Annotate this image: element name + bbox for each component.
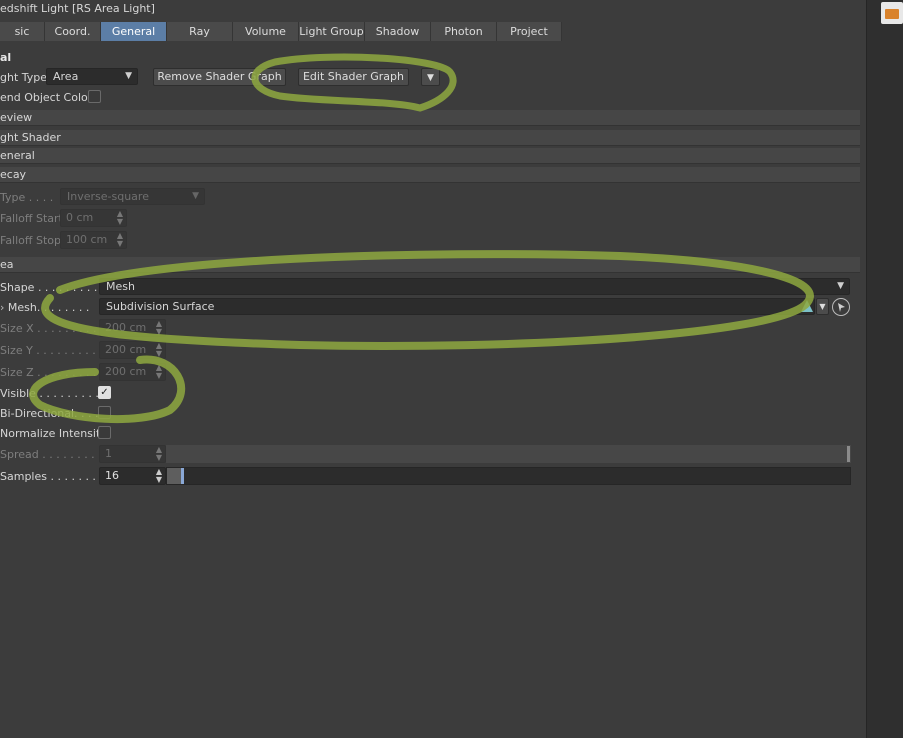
spread-label: Spread . . . . . . . . .	[0, 448, 102, 461]
mesh-value: Subdivision Surface	[106, 300, 215, 313]
tab-project[interactable]: Project	[497, 22, 562, 41]
tab-volume[interactable]: Volume	[233, 22, 299, 41]
samples-value: 16	[105, 469, 119, 482]
edit-shader-graph-button[interactable]: Edit Shader Graph	[298, 68, 409, 86]
section-title: al	[0, 51, 12, 64]
chevron-down-icon: ▼	[427, 73, 434, 83]
size-z-value: 200 cm	[105, 365, 147, 378]
spinner-arrows-icon[interactable]: ▲ ▼	[117, 232, 123, 248]
spinner-arrows-icon[interactable]: ▲ ▼	[156, 364, 162, 380]
size-y-value: 200 cm	[105, 343, 147, 356]
mesh-label: Mesh. . . . . . . .	[7, 301, 90, 314]
window-title: edshift Light [RS Area Light]	[0, 2, 155, 15]
size-x-field[interactable]: 200 cm ▲ ▼	[99, 319, 166, 337]
right-toolbar-strip	[866, 0, 903, 738]
spinner-arrows-icon[interactable]: ▲ ▼	[156, 320, 162, 336]
size-y-field[interactable]: 200 cm ▲ ▼	[99, 341, 166, 359]
size-x-value: 200 cm	[105, 321, 147, 334]
visible-label: Visible . . . . . . . . .	[0, 387, 99, 400]
size-z-field[interactable]: 200 cm ▲ ▼	[99, 363, 166, 381]
decay-type-value: Inverse-square	[67, 190, 149, 203]
falloff-stop-field[interactable]: 100 cm ▲ ▼	[60, 231, 127, 249]
decay-type-label: Type . . . .	[0, 191, 54, 204]
blend-object-color-checkbox[interactable]	[88, 90, 101, 103]
chevron-down-icon: ▼	[192, 191, 199, 201]
group-decay[interactable]: ecay	[0, 167, 860, 183]
group-area[interactable]: ea	[0, 257, 860, 273]
normalize-intensity-label: Normalize Intensity	[0, 427, 107, 440]
light-type-dropdown[interactable]: Area ▼	[46, 68, 138, 85]
light-type-label: ght Type	[0, 71, 48, 84]
tab-photon[interactable]: Photon	[431, 22, 497, 41]
shape-value: Mesh	[106, 280, 135, 293]
pick-arrow-icon[interactable]	[832, 298, 850, 316]
spinner-arrows-icon[interactable]: ▲ ▼	[117, 210, 123, 226]
spinner-arrows-icon[interactable]: ▲ ▼	[156, 342, 162, 358]
falloff-stop-label: Falloff Stop	[0, 234, 61, 247]
tab-basic[interactable]: sic	[0, 22, 45, 41]
samples-slider[interactable]	[166, 467, 851, 485]
chevron-down-icon: ▼	[125, 71, 132, 81]
size-x-label: Size X . . . . . . . . . .	[0, 322, 104, 335]
tab-ray[interactable]: Ray	[167, 22, 233, 41]
size-z-label: Size Z . . . . . . . . . .	[0, 366, 104, 379]
samples-slider-fill	[167, 468, 181, 484]
samples-field[interactable]: 16 ▲ ▼	[99, 467, 166, 485]
falloff-start-value: 0 cm	[66, 211, 94, 224]
mesh-menu-button[interactable]: ▼	[816, 298, 829, 315]
chevron-right-icon[interactable]: ›	[0, 301, 4, 314]
spread-slider[interactable]	[166, 445, 851, 463]
blend-object-color-label: end Object Color	[0, 91, 93, 104]
chevron-down-icon: ▼	[837, 281, 844, 291]
bidirectional-checkbox[interactable]	[98, 406, 111, 419]
mesh-label-row: › Mesh. . . . . . . .	[0, 301, 89, 314]
visible-checkbox[interactable]: ✓	[98, 386, 111, 399]
tab-bar: sic Coord. General Ray Volume Light Grou…	[0, 22, 562, 41]
falloff-start-field[interactable]: 0 cm ▲ ▼	[60, 209, 127, 227]
normalize-intensity-checkbox[interactable]	[98, 426, 111, 439]
tab-general[interactable]: General	[101, 22, 167, 41]
shader-graph-menu-button[interactable]: ▼	[421, 68, 440, 86]
mesh-link-icon	[800, 299, 814, 313]
bidirectional-label: Bi-Directional. . . . .	[0, 407, 106, 420]
samples-label: Samples . . . . . . . .	[0, 470, 103, 483]
light-type-value: Area	[53, 70, 79, 83]
size-y-label: Size Y . . . . . . . . . .	[0, 344, 103, 357]
falloff-start-label: Falloff Start	[0, 212, 63, 225]
spread-slider-handle[interactable]	[847, 446, 850, 462]
chevron-down-icon: ▼	[819, 302, 826, 311]
tab-coord[interactable]: Coord.	[45, 22, 101, 41]
tab-shadow[interactable]: Shadow	[365, 22, 431, 41]
samples-slider-handle[interactable]	[181, 468, 184, 484]
decay-type-dropdown[interactable]: Inverse-square ▼	[60, 188, 205, 205]
spinner-arrows-icon[interactable]: ▲ ▼	[156, 468, 162, 484]
group-general[interactable]: eneral	[0, 148, 860, 164]
checkmark-icon: ✓	[100, 387, 109, 398]
shape-dropdown[interactable]: Mesh ▼	[99, 278, 850, 295]
shape-label: Shape . . . . . . . . . .	[0, 281, 105, 294]
falloff-stop-value: 100 cm	[66, 233, 108, 246]
spread-value: 1	[105, 447, 112, 460]
spread-field[interactable]: 1 ▲ ▼	[99, 445, 166, 463]
open-folder-icon[interactable]	[881, 2, 903, 24]
group-light-shader[interactable]: ght Shader	[0, 130, 860, 146]
group-preview[interactable]: eview	[0, 110, 860, 126]
mesh-link-field[interactable]: Subdivision Surface	[99, 298, 815, 315]
tab-light-group[interactable]: Light Group	[299, 22, 365, 41]
remove-shader-graph-button[interactable]: Remove Shader Graph	[153, 68, 286, 86]
spinner-arrows-icon[interactable]: ▲ ▼	[156, 446, 162, 462]
